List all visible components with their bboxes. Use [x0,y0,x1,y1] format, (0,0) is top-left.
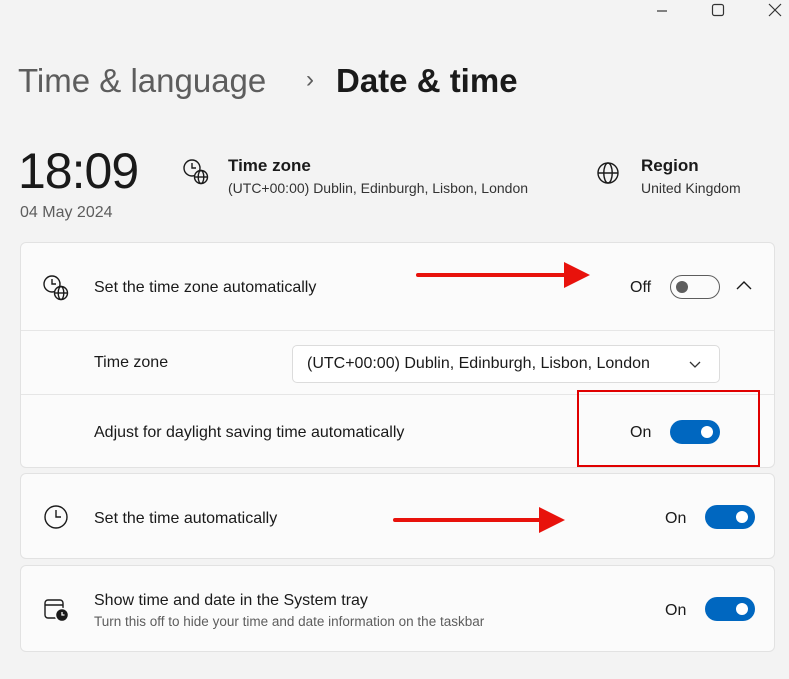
auto-time-label: Set the time automatically [94,510,278,527]
clock-icon [43,504,69,535]
minimize-button[interactable] [642,0,682,20]
auto-timezone-row[interactable]: Set the time zone automatically Off [21,243,774,331]
auto-timezone-state: Off [630,279,652,296]
maximize-icon [711,3,725,17]
timezone-auto-icon [42,274,70,307]
systray-label: Show time and date in the System tray [94,592,368,609]
region-info-title: Region [641,156,699,175]
auto-time-state: On [665,510,687,527]
auto-time-toggle[interactable] [705,505,755,529]
auto-timezone-label: Set the time zone automatically [94,279,317,296]
globe-icon [596,161,620,190]
timezone-clock-globe-icon [182,158,210,191]
region-info: Region United Kingdom [641,156,741,196]
auto-timezone-toggle[interactable] [670,275,720,299]
systray-sublabel: Turn this off to hide your time and date… [94,614,485,629]
systray-state: On [665,602,687,619]
timezone-select-row: Time zone (UTC+00:00) Dublin, Edinburgh,… [21,331,774,395]
systray-toggle[interactable] [705,597,755,621]
close-icon [768,3,782,17]
timezone-info-value: (UTC+00:00) Dublin, Edinburgh, Lisbon, L… [228,180,529,196]
page-title: Date & time [336,62,518,99]
timezone-select-label: Time zone [94,354,169,371]
current-time: 18:09 [18,143,139,199]
daylight-saving-label: Adjust for daylight saving time automati… [94,424,405,441]
chevron-down-icon [689,361,701,368]
calendar-clock-icon [43,596,71,629]
systray-card[interactable]: Show time and date in the System tray Tu… [20,565,775,652]
chevron-up-icon[interactable] [735,279,753,298]
breadcrumb-parent[interactable]: Time & language [18,62,266,100]
current-date: 04 May 2024 [20,204,113,221]
timezone-select-value: (UTC+00:00) Dublin, Edinburgh, Lisbon, L… [307,355,650,372]
minimize-icon [657,10,667,12]
auto-time-card[interactable]: Set the time automatically On [20,473,775,559]
breadcrumb-separator: › [306,66,314,93]
timezone-select[interactable]: (UTC+00:00) Dublin, Edinburgh, Lisbon, L… [292,345,720,383]
timezone-info-title: Time zone [228,156,311,175]
close-button[interactable] [755,0,789,20]
maximize-button[interactable] [698,0,738,20]
annotation-highlight-box [577,390,760,467]
timezone-info: Time zone (UTC+00:00) Dublin, Edinburgh,… [228,156,528,196]
region-info-value: United Kingdom [641,180,741,196]
